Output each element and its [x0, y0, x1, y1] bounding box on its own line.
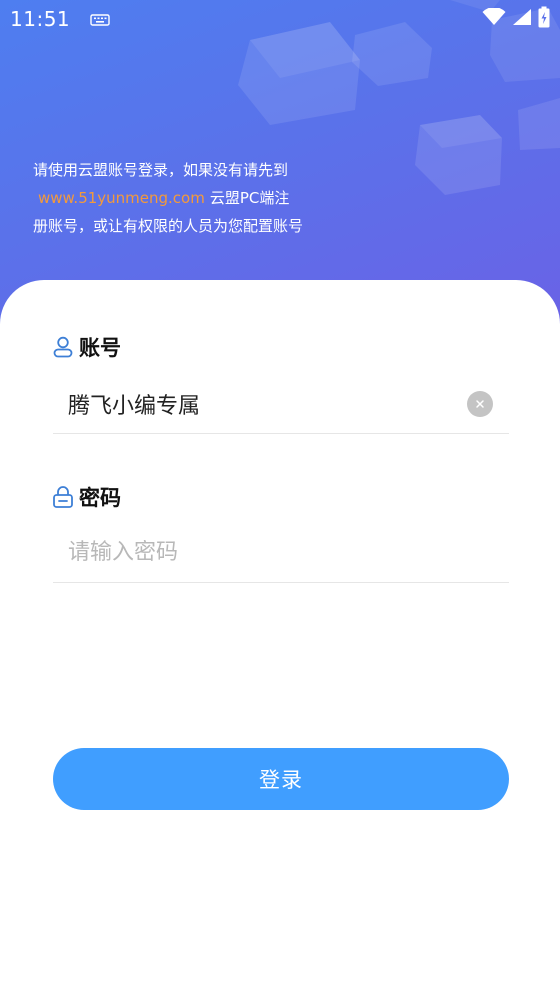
password-field[interactable]: [53, 523, 509, 583]
account-field[interactable]: 腾飞小编专属: [53, 374, 509, 434]
website-link[interactable]: www.51yunmeng.com: [33, 189, 210, 207]
account-label: 账号: [53, 332, 121, 362]
lock-icon: [53, 486, 73, 508]
instruction-line-2: 云盟PC端注: [209, 189, 290, 207]
signal-icon: [512, 8, 532, 30]
status-time: 11:51: [10, 7, 71, 31]
wifi-icon: [482, 7, 506, 30]
password-input[interactable]: [53, 540, 509, 565]
status-bar: 11:51: [0, 0, 560, 38]
password-label-text: 密码: [79, 486, 121, 510]
keyboard-icon: [90, 12, 110, 26]
password-label: 密码: [53, 482, 121, 512]
account-label-text: 账号: [79, 336, 121, 360]
instruction-line-1: 请使用云盟账号登录，如果没有请先到: [33, 161, 289, 179]
login-button[interactable]: 登录: [53, 748, 509, 810]
instruction-line-3: 册账号，或让有权限的人员为您配置账号: [33, 217, 304, 235]
clear-icon[interactable]: [467, 390, 493, 417]
user-icon: [53, 336, 73, 358]
login-instructions: 请使用云盟账号登录，如果没有请先到 www.51yunmeng.com 云盟PC端…: [33, 156, 333, 240]
battery-charging-icon: [538, 6, 550, 32]
account-value[interactable]: 腾飞小编专属: [53, 388, 467, 420]
